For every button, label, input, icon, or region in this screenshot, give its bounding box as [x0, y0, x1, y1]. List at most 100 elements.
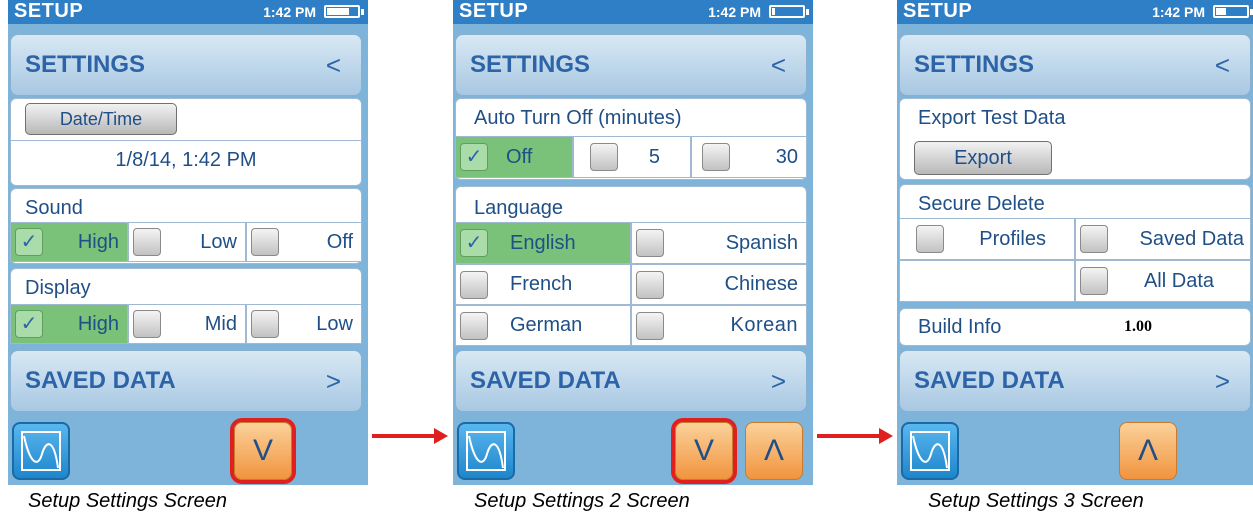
language-option-korean[interactable]: Korean — [631, 305, 807, 346]
secure-delete-all-data[interactable]: All Data — [1075, 260, 1251, 302]
status-title: SETUP — [903, 0, 973, 22]
option-label: Profiles — [979, 228, 1046, 250]
caption-screen-2: Setup Settings 2 Screen — [474, 490, 690, 512]
sound-label: Sound — [25, 197, 83, 219]
sound-option-low[interactable]: Low — [128, 222, 246, 262]
down-chevron-icon: V — [693, 434, 714, 467]
scroll-down-button[interactable]: V — [234, 422, 292, 480]
setup-settings-screen-3: SETUP 1:42 PM SETTINGS < Export Test Dat… — [897, 0, 1253, 485]
option-label: Chinese — [724, 273, 798, 295]
settings-label: SETTINGS — [470, 51, 591, 78]
date-time-panel: Date/Time 1/8/14, 1:42 PM — [10, 98, 362, 186]
saved-data-label: SAVED DATA — [25, 367, 176, 394]
settings-label: SETTINGS — [914, 51, 1035, 78]
checkbox — [1080, 267, 1108, 295]
display-options: ✓ High Mid Low — [10, 304, 362, 344]
secure-delete-profiles[interactable]: Profiles — [899, 218, 1075, 260]
down-chevron-icon: V — [252, 434, 273, 467]
checkbox — [636, 270, 664, 299]
option-label: 30 — [775, 146, 798, 168]
forward-arrow-icon: > — [1214, 366, 1230, 396]
up-chevron-icon: Λ — [763, 434, 785, 467]
auto-off-option-5[interactable]: 5 — [573, 136, 691, 178]
checkbox — [636, 229, 664, 257]
checkbox — [702, 143, 730, 171]
battery-icon — [1213, 5, 1253, 18]
back-arrow-icon: < — [1214, 50, 1230, 80]
graph-button[interactable] — [901, 422, 959, 480]
checkbox — [460, 270, 488, 299]
saved-data-label: SAVED DATA — [914, 367, 1065, 394]
auto-off-option-off[interactable]: ✓ Off — [455, 136, 573, 178]
sound-option-off[interactable]: Off — [246, 222, 362, 262]
checkbox: ✓ — [460, 229, 488, 257]
forward-arrow-icon: > — [325, 366, 341, 396]
secure-delete-options: Profiles Saved Data All Data — [899, 218, 1251, 302]
setup-settings-screen-2: SETUP 1:42 PM SETTINGS < Auto Turn Off (… — [453, 0, 813, 485]
settings-header-button[interactable]: SETTINGS < — [899, 34, 1251, 96]
checkbox: ✓ — [460, 143, 488, 171]
option-label: Off — [326, 231, 353, 253]
secure-delete-saved-data[interactable]: Saved Data — [1075, 218, 1251, 260]
scroll-down-button[interactable]: V — [675, 422, 733, 480]
checkbox — [590, 143, 618, 171]
option-label: Low — [316, 313, 353, 335]
export-test-data-panel: Export Test Data Export — [899, 98, 1251, 180]
checkbox — [916, 225, 944, 253]
language-option-spanish[interactable]: Spanish — [631, 222, 807, 264]
up-chevron-icon: Λ — [1137, 434, 1159, 467]
check-icon: ✓ — [20, 313, 38, 335]
option-label: French — [510, 273, 573, 295]
saved-data-button[interactable]: SAVED DATA > — [455, 350, 807, 412]
export-button[interactable]: Export — [914, 141, 1052, 175]
graph-button[interactable] — [12, 422, 70, 480]
build-info-value: 1.00 — [1124, 318, 1152, 335]
scroll-up-button[interactable]: Λ — [1119, 422, 1177, 480]
settings-header-button[interactable]: SETTINGS < — [10, 34, 362, 96]
settings-label: SETTINGS — [25, 51, 146, 78]
language-option-french[interactable]: French — [455, 264, 631, 305]
battery-icon — [324, 5, 364, 18]
check-icon: ✓ — [465, 232, 483, 254]
checkbox — [133, 228, 161, 256]
language-option-english[interactable]: ✓ English — [455, 222, 631, 264]
status-bar: SETUP 1:42 PM — [897, 0, 1253, 24]
auto-off-option-30[interactable]: 30 — [691, 136, 807, 178]
option-label: Korean — [730, 314, 798, 336]
saved-data-button[interactable]: SAVED DATA > — [899, 350, 1251, 412]
display-option-high[interactable]: ✓ High — [10, 304, 128, 344]
checkbox — [251, 228, 279, 256]
option-label: German — [510, 314, 583, 336]
checkbox — [133, 310, 161, 338]
option-label: Off — [506, 146, 533, 168]
status-bar: SETUP 1:42 PM — [453, 0, 813, 24]
scroll-up-button[interactable]: Λ — [745, 422, 803, 480]
back-arrow-icon: < — [770, 50, 786, 80]
option-label: Spanish — [725, 232, 798, 254]
display-label: Display — [25, 277, 91, 299]
settings-header-button[interactable]: SETTINGS < — [455, 34, 807, 96]
display-option-low[interactable]: Low — [246, 304, 362, 344]
status-time: 1:42 PM — [1152, 4, 1205, 20]
saved-data-button[interactable]: SAVED DATA > — [10, 350, 362, 412]
secure-delete-label: Secure Delete — [918, 193, 1045, 215]
checkbox — [1080, 225, 1108, 253]
language-option-chinese[interactable]: Chinese — [631, 264, 807, 305]
status-title: SETUP — [459, 0, 529, 22]
checkbox: ✓ — [15, 228, 43, 256]
sound-option-high[interactable]: ✓ High — [10, 222, 128, 262]
option-label: Saved Data — [1139, 228, 1244, 250]
language-grid: ✓ English Spanish French Chinese German … — [455, 222, 807, 346]
display-option-mid[interactable]: Mid — [128, 304, 246, 344]
option-label: Low — [200, 231, 237, 253]
divider — [11, 140, 361, 141]
date-time-button[interactable]: Date/Time — [25, 103, 177, 135]
status-bar: SETUP 1:42 PM — [8, 0, 368, 24]
build-info-panel: Build Info 1.00 — [899, 308, 1251, 346]
language-option-german[interactable]: German — [455, 305, 631, 346]
option-label: 5 — [648, 146, 660, 168]
checkbox — [251, 310, 279, 338]
graph-button[interactable] — [457, 422, 515, 480]
language-label: Language — [474, 197, 563, 219]
checkbox — [460, 311, 488, 340]
